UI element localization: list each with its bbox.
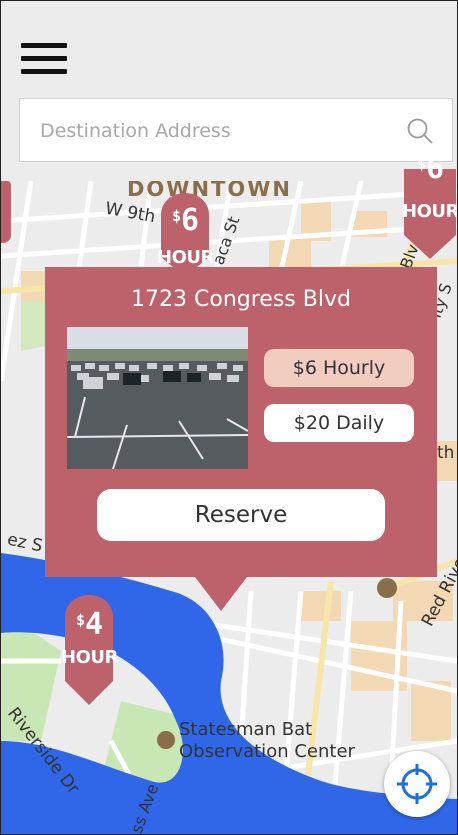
pin-unit: HOUR	[402, 201, 458, 222]
lot-address: 1723 Congress Blvd	[131, 287, 351, 312]
price-pin[interactable]: $6 HOUR	[157, 193, 214, 277]
map-label-th: th	[437, 443, 455, 463]
poi-landmark-icon[interactable]	[377, 578, 397, 598]
hourly-rate-option[interactable]: $6 Hourly	[264, 349, 414, 387]
destination-search-box	[19, 98, 453, 163]
pin-price: 6	[425, 151, 444, 186]
poi-label-line1[interactable]: Statesman Bat	[179, 719, 312, 740]
price-pin[interactable]: $4 HOUR	[61, 595, 118, 705]
pin-currency: $	[416, 155, 426, 173]
parking-lot-photo	[67, 327, 248, 469]
locate-me-button[interactable]	[384, 751, 450, 817]
crosshair-locate-icon	[397, 764, 437, 804]
parking-lot-popup: 1723 Congress Blvd $6 Hourly $20 Daily R…	[45, 267, 437, 577]
pin-price: 6	[180, 203, 199, 238]
pin-unit: HOUR	[61, 647, 118, 668]
pin-unit: HOUR	[157, 247, 214, 268]
destination-search-input[interactable]	[38, 99, 402, 163]
reserve-button[interactable]: Reserve	[97, 489, 385, 541]
pin-currency: $	[75, 611, 85, 629]
popup-pointer	[195, 577, 247, 611]
search-icon[interactable]	[406, 117, 434, 145]
pin-currency: $	[171, 207, 181, 225]
price-pin[interactable]: $6 HOUR	[402, 151, 458, 259]
daily-rate-option[interactable]: $20 Daily	[264, 404, 414, 442]
app-frame: DOWNTOWN W 9th aca St Blv ity S th ez S …	[0, 0, 458, 835]
poi-label-line2[interactable]: Observation Center	[179, 741, 355, 762]
pin-price: 4	[84, 607, 103, 642]
poi-camera-icon[interactable]	[157, 731, 175, 749]
app-header	[1, 1, 457, 181]
partial-pin-left[interactable]	[1, 181, 11, 243]
hamburger-menu-icon[interactable]	[21, 43, 67, 77]
